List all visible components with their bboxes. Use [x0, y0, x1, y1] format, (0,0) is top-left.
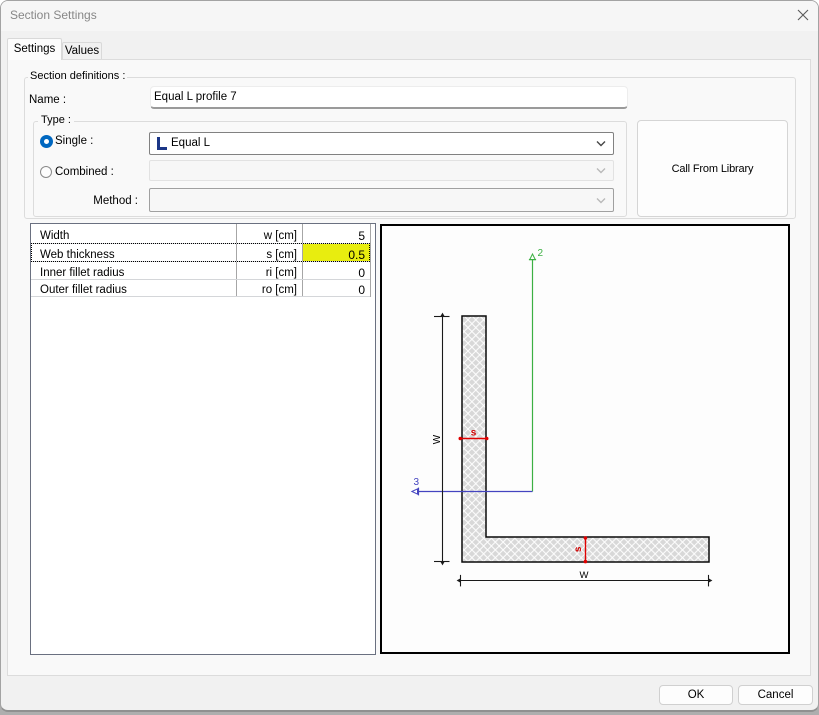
- svg-text:3: 3: [414, 477, 420, 488]
- svg-text:2: 2: [538, 248, 544, 259]
- svg-text:W: W: [580, 570, 589, 581]
- svg-text:s: s: [471, 427, 477, 438]
- svg-text:W: W: [432, 434, 443, 444]
- svg-text:s: s: [573, 546, 584, 552]
